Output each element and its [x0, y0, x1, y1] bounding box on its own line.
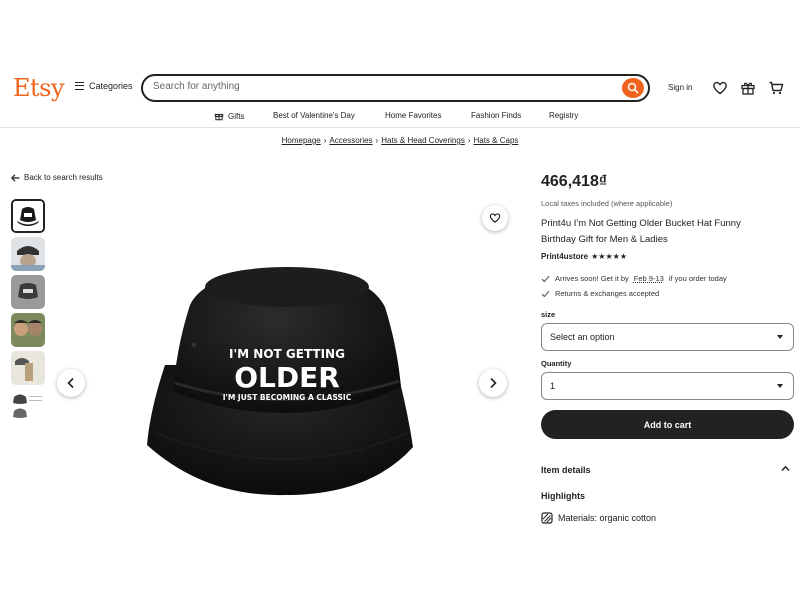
- highlights-heading: Highlights: [541, 491, 585, 501]
- hat-pair-thumbnail-image: [11, 351, 45, 385]
- subnav-item-fashion-finds[interactable]: Fashion Finds: [471, 111, 521, 120]
- add-to-cart-button[interactable]: Add to cart: [541, 410, 794, 439]
- breadcrumb-separator: ›: [323, 136, 327, 145]
- hat-print-line-3: I'M JUST BECOMING A CLASSIC: [223, 393, 352, 402]
- size-select-value: Select an option: [550, 332, 615, 342]
- thumbnail-1[interactable]: [11, 199, 45, 233]
- heart-icon: [489, 213, 501, 223]
- arrival-prefix: Arrives soon! Get it by: [555, 274, 629, 283]
- subnav-label: Gifts: [228, 111, 245, 121]
- hat-sizes-thumbnail-image: [11, 389, 45, 423]
- thumbnail-3[interactable]: [11, 275, 45, 309]
- search-bar: [141, 74, 650, 102]
- thumbnail-6[interactable]: [11, 389, 45, 423]
- back-label: Back to search results: [24, 173, 103, 182]
- breadcrumb-hats-head-coverings[interactable]: Hats & Head Coverings: [381, 136, 465, 145]
- breadcrumb-hats-caps[interactable]: Hats & Caps: [473, 136, 518, 145]
- thumbnail-5[interactable]: [11, 351, 45, 385]
- shop-name-link[interactable]: Print4ustore: [541, 252, 588, 261]
- arrival-date[interactable]: Feb 9-13: [634, 274, 664, 283]
- size-label: size: [541, 310, 556, 319]
- quantity-select[interactable]: 1: [541, 372, 794, 400]
- sub-navigation: Gifts Best of Valentine's Day Home Favor…: [0, 108, 800, 128]
- caret-down-icon: [777, 335, 783, 339]
- menu-icon: [75, 82, 84, 90]
- breadcrumb-accessories[interactable]: Accessories: [329, 136, 372, 145]
- returns-text: Returns & exchanges accepted: [555, 289, 660, 298]
- fabric-icon: [541, 512, 553, 524]
- rating-stars[interactable]: ★★★★★: [591, 252, 627, 261]
- breadcrumb-separator: ›: [375, 136, 379, 145]
- hat-print-line-1: I'M NOT GETTING: [229, 347, 345, 361]
- header: Etsy Categories Sign in: [0, 70, 800, 106]
- materials-text: Materials: organic cotton: [558, 513, 657, 523]
- sign-in-link[interactable]: Sign in: [668, 83, 692, 92]
- check-icon: [541, 275, 550, 282]
- lifestyle-thumbnail-image: [11, 237, 45, 271]
- hat-print-line-2: OLDER: [234, 361, 340, 394]
- gift-icon: [214, 113, 224, 121]
- back-to-search-link[interactable]: Back to search results: [11, 173, 103, 182]
- subnav-item-valentines[interactable]: Best of Valentine's Day: [273, 111, 355, 120]
- subnav-item-gifts[interactable]: Gifts: [214, 111, 244, 121]
- check-icon: [541, 290, 550, 297]
- categories-label: Categories: [89, 81, 133, 91]
- thumbnail-2[interactable]: [11, 237, 45, 271]
- gift-icon[interactable]: [740, 80, 756, 96]
- thumbnail-strip: [11, 199, 47, 427]
- subnav-item-home-favorites[interactable]: Home Favorites: [385, 111, 441, 120]
- hat-grey-thumbnail-image: [11, 275, 45, 309]
- returns-info: Returns & exchanges accepted: [541, 289, 659, 298]
- previous-image-button[interactable]: [57, 369, 85, 397]
- size-select[interactable]: Select an option: [541, 323, 794, 351]
- favorite-button[interactable]: [482, 205, 508, 231]
- search-icon: [627, 82, 639, 94]
- item-details-label: Item details: [541, 465, 591, 475]
- search-input[interactable]: [153, 81, 613, 92]
- breadcrumb: Homepage › Accessories › Hats & Head Coverin…: [0, 136, 800, 145]
- item-details-toggle[interactable]: Item details: [541, 465, 794, 475]
- breadcrumb-homepage[interactable]: Homepage: [282, 136, 321, 145]
- categories-button[interactable]: Categories: [75, 81, 133, 91]
- chevron-right-icon: [490, 377, 497, 389]
- bucket-hat-image: I'M NOT GETTING OLDER I'M JUST BECOMING …: [147, 267, 413, 496]
- quantity-label: Quantity: [541, 359, 572, 368]
- arrival-suffix: if you order today: [668, 274, 727, 283]
- shop-info: Print4ustore ★★★★★: [541, 252, 627, 261]
- breadcrumb-separator: ›: [467, 136, 471, 145]
- caret-down-icon: [777, 384, 783, 388]
- chevron-left-icon: [67, 377, 74, 389]
- chevron-up-icon: [781, 465, 790, 472]
- outdoor-thumbnail-image: [11, 313, 45, 347]
- quantity-select-value: 1: [550, 381, 556, 391]
- search-button[interactable]: [622, 78, 644, 98]
- product-title: Print4u I'm Not Getting Older Bucket Hat…: [541, 218, 741, 245]
- main-product-image[interactable]: I'M NOT GETTING OLDER I'M JUST BECOMING …: [55, 195, 515, 505]
- materials-row: Materials: organic cotton: [541, 512, 656, 524]
- next-image-button[interactable]: [479, 369, 507, 397]
- heart-icon[interactable]: [712, 80, 728, 96]
- header-divider: [0, 127, 800, 128]
- subnav-item-registry[interactable]: Registry: [549, 111, 578, 120]
- thumbnail-4[interactable]: [11, 313, 45, 347]
- cart-icon[interactable]: [768, 80, 784, 96]
- etsy-logo[interactable]: Etsy: [13, 74, 65, 102]
- arrival-info: Arrives soon! Get it by Feb 9-13 if you …: [541, 274, 727, 283]
- hat-thumbnail-image: [13, 201, 43, 231]
- price: 466,418₫: [541, 173, 608, 190]
- arrow-left-icon: [11, 173, 20, 182]
- tax-note: Local taxes included (where applicable): [541, 199, 673, 208]
